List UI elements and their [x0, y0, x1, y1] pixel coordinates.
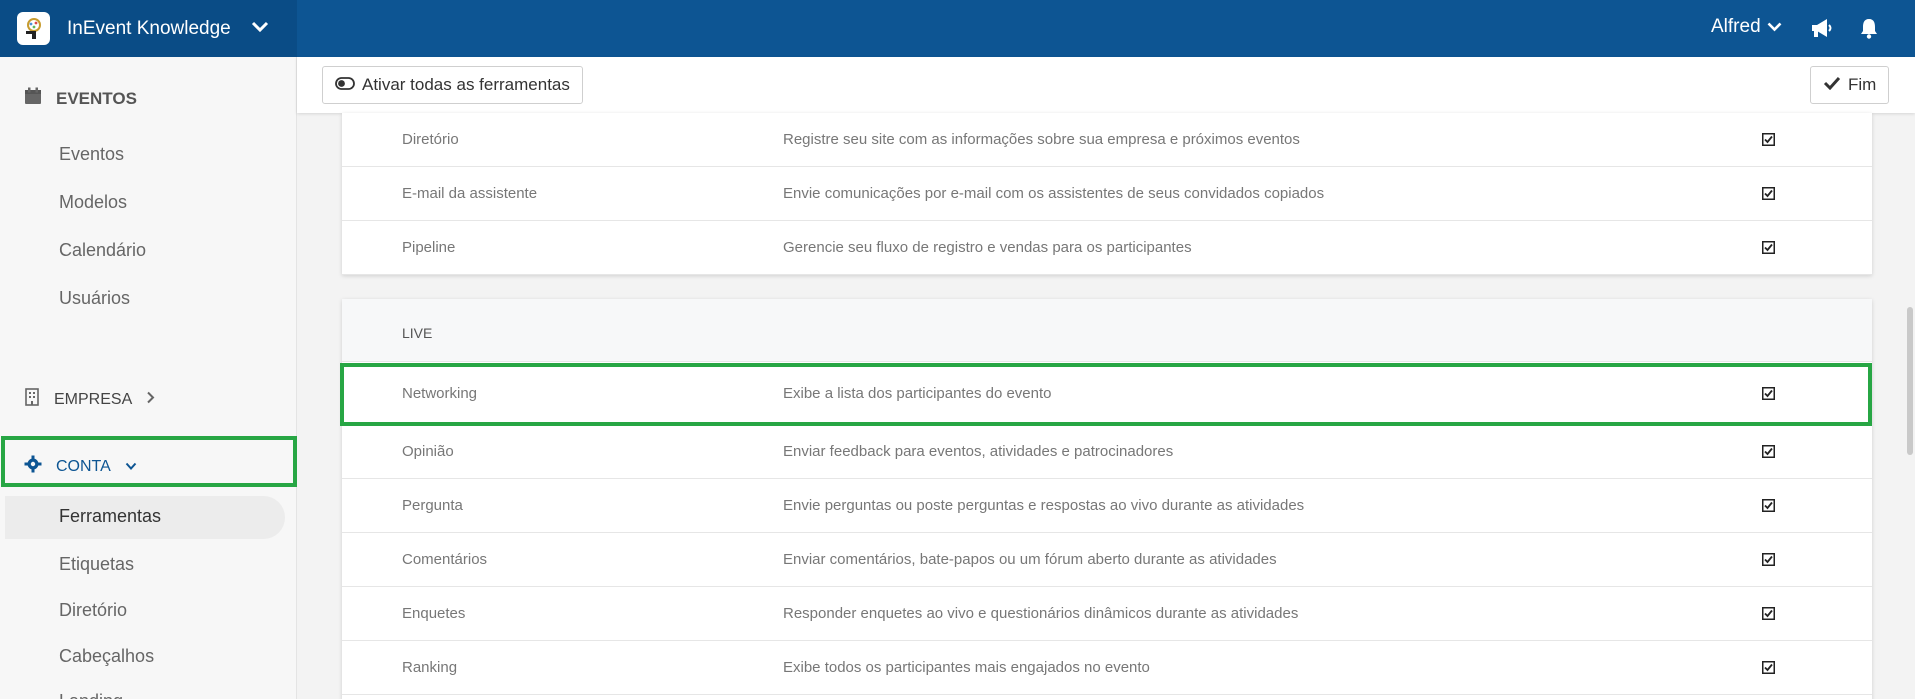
user-menu[interactable]: Alfred: [1711, 16, 1782, 38]
bell-icon[interactable]: [1859, 17, 1879, 44]
highlight-ferramentas: [1, 436, 297, 487]
tool-description: Responder enquetes ao vivo e questionári…: [783, 605, 1299, 622]
app-logo-icon: [17, 12, 50, 45]
sidebar-item-eventos[interactable]: Eventos: [59, 144, 124, 165]
tool-description: Registre seu site com as informações sob…: [783, 131, 1300, 148]
sidebar-item-etiquetas[interactable]: Etiquetas: [59, 554, 134, 575]
toggle-icon: [335, 75, 355, 95]
tool-name: Diretório: [402, 131, 459, 148]
action-bar: Ativar todas as ferramentas Fim: [297, 57, 1915, 113]
tool-checkbox-icon[interactable]: [1762, 607, 1775, 620]
check-icon: [1823, 75, 1841, 95]
tool-description: Enviar comentários, bate-papos ou um fór…: [783, 551, 1277, 568]
tool-name: Pergunta: [402, 497, 463, 514]
tool-row: Opinião Enviar feedback para eventos, ati…: [342, 425, 1872, 479]
sidebar-item-cabecalhos[interactable]: Cabeçalhos: [59, 646, 154, 667]
tool-name: Opinião: [402, 443, 454, 460]
tool-checkbox-icon[interactable]: [1762, 445, 1775, 458]
tool-description: Envie comunicações por e-mail com os ass…: [783, 185, 1325, 202]
top-navigation-bar: InEvent Knowledge Alfred: [0, 0, 1915, 57]
tools-card-live: LIVE Networking Exibe a lista dos partici…: [342, 299, 1872, 699]
tool-row: Pipeline Gerencie seu fluxo de registro e…: [342, 221, 1872, 275]
tool-row: E-mail da assistente Envie comunicações p…: [342, 167, 1872, 221]
sidebar-section-label: EVENTOS: [56, 88, 137, 108]
sidebar-item-landing[interactable]: Landing: [59, 691, 123, 699]
tool-name: Ranking: [402, 659, 458, 676]
tool-name: Pipeline: [402, 239, 456, 256]
chevron-down-icon[interactable]: [251, 20, 269, 38]
finish-button[interactable]: Fim: [1810, 66, 1890, 104]
sidebar: EVENTOS Eventos Modelos Calendário Usuár…: [0, 57, 297, 699]
highlight-networking-row: [340, 363, 1872, 426]
tool-checkbox-icon[interactable]: [1762, 499, 1775, 512]
brand-switcher[interactable]: InEvent Knowledge: [0, 0, 297, 57]
calendar-icon: [24, 87, 42, 110]
tool-checkbox-icon[interactable]: [1762, 241, 1775, 254]
live-section-header: LIVE: [342, 299, 1872, 362]
tool-name: Comentários: [402, 551, 488, 568]
tool-checkbox-icon[interactable]: [1762, 661, 1775, 674]
user-name: Alfred: [1711, 16, 1761, 37]
tool-name: Enquetes: [402, 605, 466, 622]
sidebar-item-calendario[interactable]: Calendário: [59, 240, 146, 261]
app-title: InEvent Knowledge: [67, 17, 231, 39]
building-icon: [24, 388, 40, 411]
tool-row: Ranking Exibe todos os participantes mais…: [342, 641, 1872, 695]
chevron-right-icon: [146, 391, 155, 409]
megaphone-icon[interactable]: [1810, 17, 1834, 44]
live-section-label: LIVE: [402, 325, 433, 341]
sidebar-item-modelos[interactable]: Modelos: [59, 192, 127, 213]
sidebar-item-ferramentas[interactable]: Ferramentas: [59, 506, 161, 527]
tools-card-general: Diretório Registre seu site com as inform…: [342, 113, 1872, 275]
tool-name: E-mail da assistente: [402, 185, 538, 202]
sidebar-section-empresa[interactable]: EMPRESA: [24, 388, 155, 411]
sidebar-section-label: EMPRESA: [54, 390, 133, 408]
tool-description: Exibe todos os participantes mais engaja…: [783, 659, 1150, 676]
tool-row: Enquetes Responder enquetes ao vivo e que…: [342, 587, 1872, 641]
tool-description: Gerencie seu fluxo de registro e vendas …: [783, 239, 1192, 256]
activate-all-tools-button[interactable]: Ativar todas as ferramentas: [322, 66, 583, 104]
tool-description: Envie perguntas ou poste perguntas e res…: [783, 497, 1305, 514]
tool-description: Enviar feedback para eventos, atividades…: [783, 443, 1174, 460]
finish-label: Fim: [1848, 75, 1877, 94]
chevron-down-icon: [1767, 16, 1782, 38]
tool-checkbox-icon[interactable]: [1762, 187, 1775, 200]
sidebar-item-diretorio[interactable]: Diretório: [59, 600, 127, 621]
tool-row: Diretório Registre seu site com as inform…: [342, 113, 1872, 167]
sidebar-item-usuarios[interactable]: Usuários: [59, 288, 130, 309]
tool-row: Comentários Enviar comentários, bate-papo…: [342, 533, 1872, 587]
page-scrollbar[interactable]: [1907, 307, 1913, 455]
sidebar-section-eventos[interactable]: EVENTOS: [24, 87, 137, 110]
activate-all-tools-label: Ativar todas as ferramentas: [362, 75, 570, 94]
tool-row: Pergunta Envie perguntas ou poste pergunt…: [342, 479, 1872, 533]
tool-checkbox-icon[interactable]: [1762, 553, 1775, 566]
tool-checkbox-icon[interactable]: [1762, 133, 1775, 146]
